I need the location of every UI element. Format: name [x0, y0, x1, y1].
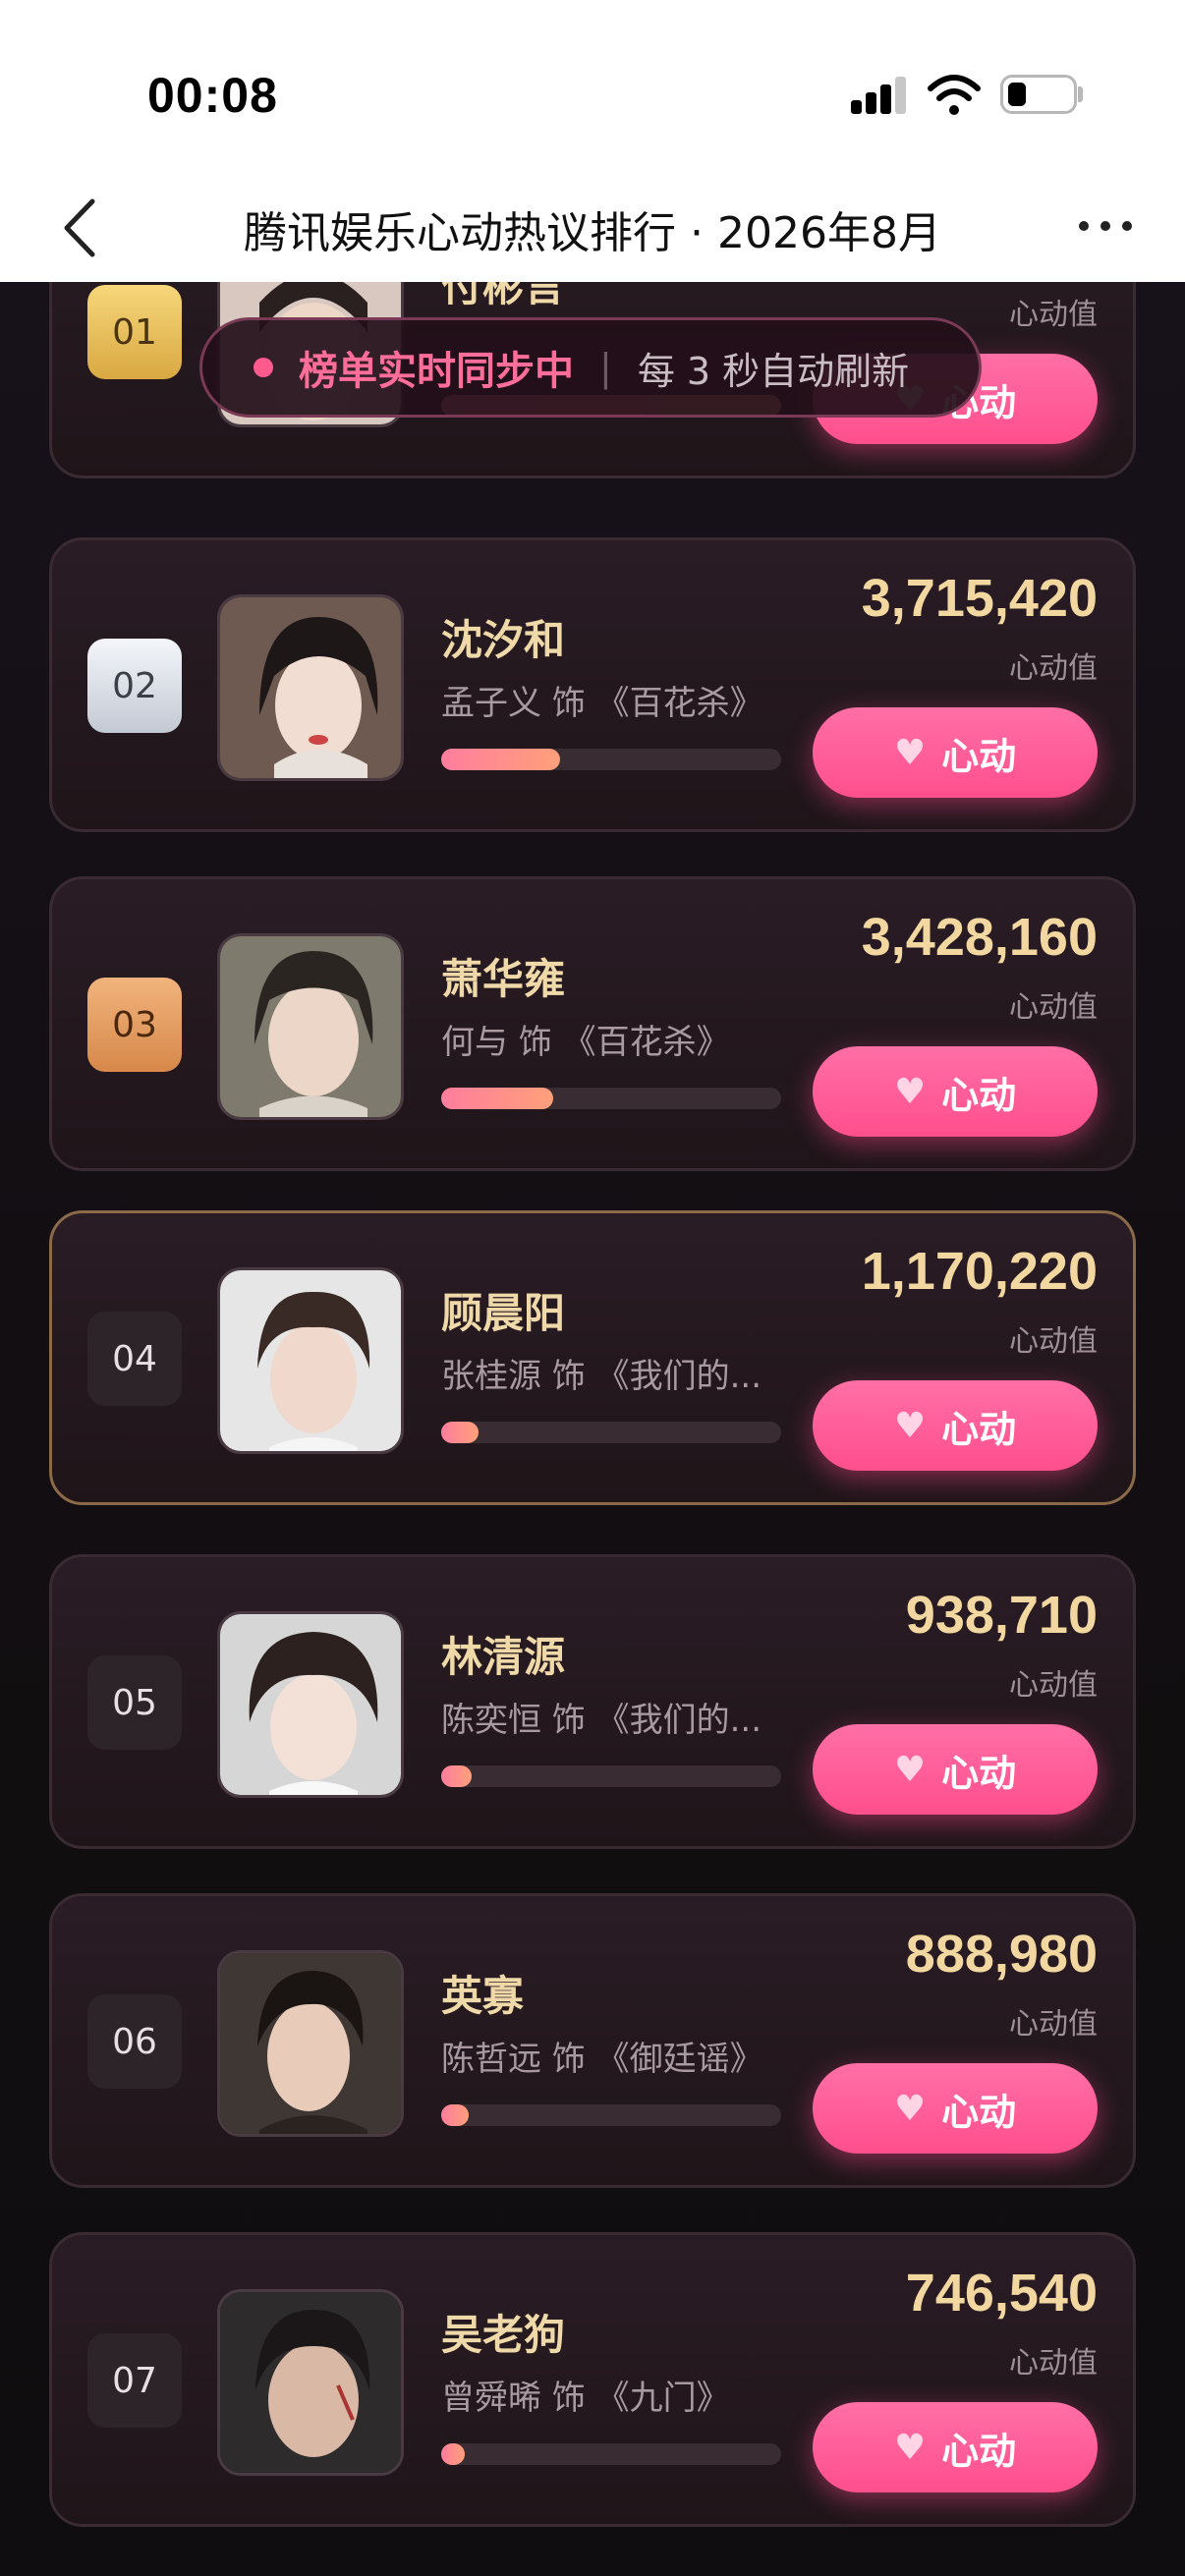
actor-drama: 曾舜晞 饰 《九门》 — [441, 2379, 730, 2418]
avatar[interactable] — [217, 933, 404, 1120]
progress-bar — [441, 749, 781, 770]
heart-button-label: 心动 — [941, 1407, 1017, 1451]
character-name: 萧华雍 — [441, 955, 566, 1003]
score-label: 心动值 — [1009, 651, 1098, 686]
progress-bar — [441, 2104, 781, 2126]
heart-button[interactable]: ♥ 心动 — [813, 1046, 1098, 1137]
progress-bar — [441, 1088, 781, 1109]
heart-button-label: 心动 — [941, 1073, 1017, 1117]
rank-badge: 03 — [87, 978, 182, 1072]
heart-icon: ♥ — [893, 732, 927, 773]
list-item: 04 顾晨阳 张桂源 饰 《我们的... 1,170,220 心动值 ♥ 心动 — [49, 1210, 1136, 1505]
heart-button[interactable]: ♥ 心动 — [813, 1724, 1098, 1815]
avatar[interactable] — [217, 1611, 404, 1798]
score-label: 心动值 — [1009, 2007, 1098, 2042]
page-title: 腾讯娱乐心动热议排行 · 2026年8月 — [244, 208, 941, 258]
actor-drama: 孟子义 饰 《百花杀》 — [441, 684, 763, 723]
progress-bar — [441, 1422, 781, 1443]
status-time: 00:08 — [147, 68, 278, 123]
nav-bar: 腾讯娱乐心动热议排行 · 2026年8月 — [0, 172, 1185, 282]
heart-icon: ♥ — [893, 1405, 927, 1446]
heart-icon: ♥ — [893, 1071, 927, 1112]
rank-badge: 01 — [87, 285, 182, 379]
status-bar: 00:08 — [0, 0, 1185, 172]
battery-icon — [1000, 75, 1077, 114]
score-value: 1,170,220 — [861, 1242, 1098, 1301]
score-value: 938,710 — [905, 1586, 1098, 1645]
rank-badge: 02 — [87, 639, 182, 733]
list-item: 05 林清源 陈奕恒 饰 《我们的... 938,710 心动值 ♥ 心动 — [49, 1554, 1136, 1849]
character-name: 付彬言 — [441, 282, 566, 310]
heart-button[interactable]: ♥ 心动 — [813, 1380, 1098, 1471]
heart-button[interactable]: ♥ 心动 — [813, 2402, 1098, 2492]
more-dots-icon[interactable] — [1071, 211, 1140, 241]
avatar[interactable] — [217, 594, 404, 781]
signal-icon — [851, 77, 906, 114]
character-name: 英寡 — [441, 1972, 525, 2020]
score-value: 3,428,160 — [861, 908, 1098, 967]
actor-drama: 陈哲远 饰 《御廷谣》 — [441, 2040, 763, 2079]
live-sync-toast: 榜单实时同步中 | 每 3 秒自动刷新 — [199, 317, 982, 418]
heart-button-label: 心动 — [941, 1751, 1017, 1795]
score-label: 心动值 — [1009, 1324, 1098, 1359]
heart-button[interactable]: ♥ 心动 — [813, 707, 1098, 798]
heart-button-label: 心动 — [941, 2090, 1017, 2134]
score-label: 心动值 — [1009, 2346, 1098, 2380]
avatar[interactable] — [217, 1950, 404, 2137]
list-item: 06 英寡 陈哲远 饰 《御廷谣》 888,980 心动值 ♥ 心动 — [49, 1893, 1136, 2188]
heart-button[interactable]: ♥ 心动 — [813, 2063, 1098, 2154]
heart-button-label: 心动 — [941, 2429, 1017, 2473]
heart-icon: ♥ — [893, 2088, 927, 2129]
score-label: 心动值 — [1009, 990, 1098, 1025]
heart-icon: ♥ — [893, 1749, 927, 1790]
list-item: 07 吴老狗 曾舜晞 饰 《九门》 746,540 心动值 ♥ 心动 — [49, 2232, 1136, 2527]
list-item: 02 沈汐和 孟子义 饰 《百花杀》 3,715,420 心动值 ♥ 心动 — [49, 537, 1136, 832]
progress-bar — [441, 1765, 781, 1787]
toast-separator: | — [599, 346, 612, 389]
actor-drama: 何与 饰 《百花杀》 — [441, 1023, 730, 1062]
heart-icon: ♥ — [893, 2427, 927, 2468]
score-value: 888,980 — [905, 1925, 1098, 1984]
battery-tip — [1078, 86, 1083, 102]
character-name: 林清源 — [441, 1633, 566, 1681]
progress-bar — [441, 2443, 781, 2465]
avatar[interactable] — [217, 2289, 404, 2476]
rank-badge: 07 — [87, 2333, 182, 2428]
actor-drama: 陈奕恒 饰 《我们的... — [441, 1701, 762, 1740]
rank-badge: 05 — [87, 1655, 182, 1750]
score-label: 心动值 — [1009, 298, 1098, 332]
live-sync-text: 榜单实时同步中 — [299, 349, 574, 394]
actor-drama: 张桂源 饰 《我们的... — [441, 1357, 762, 1396]
rank-badge: 06 — [87, 1994, 182, 2089]
character-name: 沈汐和 — [441, 616, 566, 664]
ranking-list: 01 付彬言 心动值 ♥ 心动 02 — [0, 282, 1185, 2576]
heart-button-label: 心动 — [941, 734, 1017, 778]
refresh-interval-text: 每 3 秒自动刷新 — [637, 349, 910, 393]
score-value: 746,540 — [905, 2264, 1098, 2323]
character-name: 吴老狗 — [441, 2311, 566, 2359]
wifi-icon — [928, 75, 981, 115]
score-value: 3,715,420 — [861, 569, 1098, 628]
live-dot-icon — [254, 358, 273, 377]
character-name: 顾晨阳 — [441, 1289, 566, 1337]
avatar[interactable] — [217, 1267, 404, 1454]
list-item: 03 萧华雍 何与 饰 《百花杀》 3,428,160 心动值 ♥ 心动 — [49, 876, 1136, 1171]
score-label: 心动值 — [1009, 1668, 1098, 1703]
rank-badge: 04 — [87, 1312, 182, 1406]
